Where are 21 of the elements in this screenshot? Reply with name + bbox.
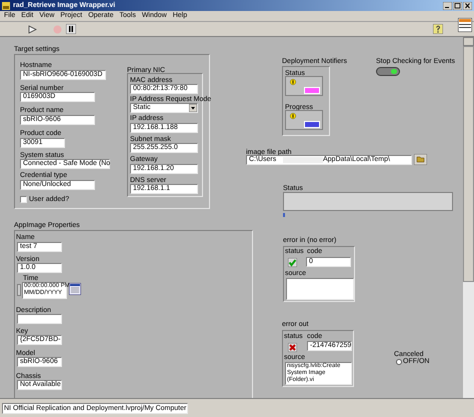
pause-icon[interactable] bbox=[66, 24, 76, 34]
warning-icon bbox=[290, 79, 296, 85]
spinner-arrows[interactable] bbox=[17, 284, 21, 296]
calendar-icon[interactable] bbox=[69, 283, 81, 295]
vi-icon bbox=[458, 18, 472, 32]
vertical-scrollbar[interactable] bbox=[463, 37, 474, 398]
warning-icon bbox=[290, 113, 296, 119]
folder-icon[interactable] bbox=[414, 154, 427, 165]
close-icon[interactable] bbox=[463, 2, 472, 10]
source-field[interactable] bbox=[286, 278, 354, 300]
dropdown-arrow-icon[interactable] bbox=[189, 104, 197, 112]
maximize-icon[interactable] bbox=[453, 2, 462, 10]
radio-button[interactable] bbox=[396, 359, 402, 365]
toggle-button[interactable] bbox=[376, 67, 400, 76]
help-icon[interactable] bbox=[433, 24, 443, 34]
text-field[interactable] bbox=[17, 314, 62, 324]
checkbox[interactable] bbox=[20, 196, 27, 203]
minimize-icon[interactable] bbox=[443, 2, 452, 10]
run-arrow-icon[interactable] bbox=[28, 24, 37, 34]
app-icon bbox=[2, 2, 10, 10]
led-light bbox=[391, 69, 397, 74]
